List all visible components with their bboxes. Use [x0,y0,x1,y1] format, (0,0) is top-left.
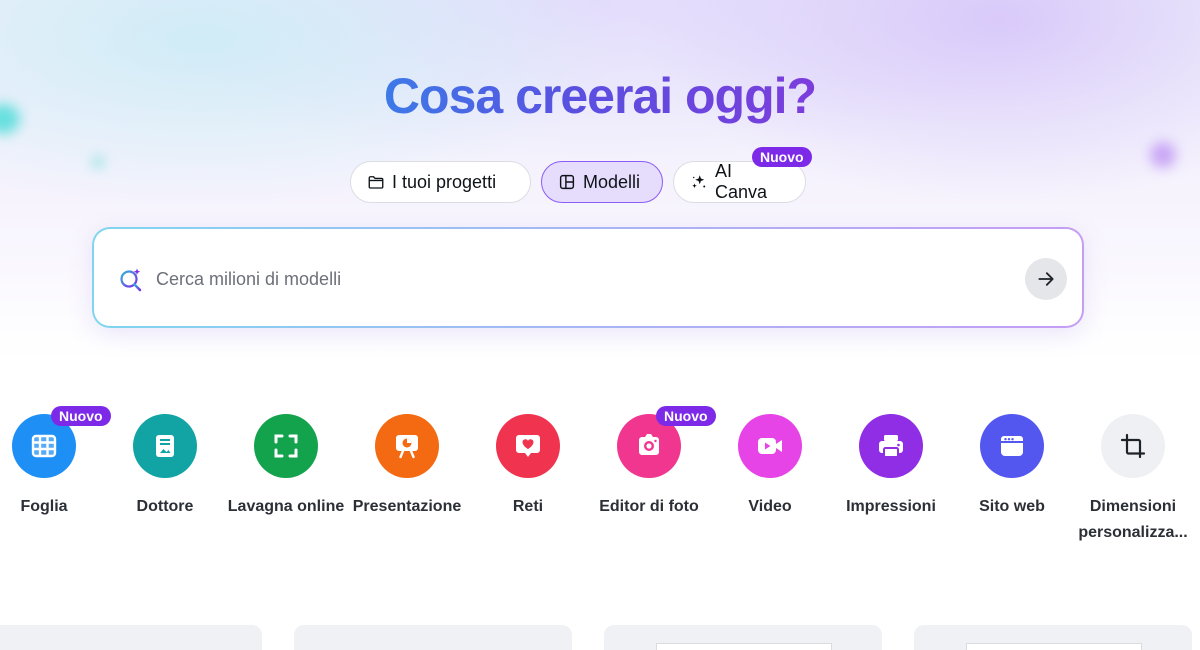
template-card[interactable] [914,625,1192,650]
search-bar [92,227,1084,328]
tab-label: I tuoi progetti [392,171,497,192]
shortcut-dimensioni-personalizzate[interactable]: Dimensioni personalizza... [1073,414,1193,546]
shortcut-label: Video [748,498,792,515]
tab-label: Modelli [583,171,641,192]
sheet-grid-icon [31,434,57,458]
tab-label: AI Canva [714,161,768,202]
decorative-glow [1150,142,1176,168]
template-thumbnail [656,643,832,650]
shortcut-label: Foglia [20,498,68,515]
decorative-glow [92,156,104,168]
template-thumbnail [966,643,1142,650]
shortcut-icon-circle [133,414,197,478]
page-title: Cosa creerai oggi? [383,68,817,124]
video-icon [758,438,782,454]
camera-icon [639,434,659,455]
shortcut-sito-web[interactable]: Sito web [952,414,1072,520]
new-badge: Nuovo [51,406,111,426]
presentation-icon [396,435,418,459]
new-badge: Nuovo [752,147,812,167]
tab-ai-canva[interactable]: AI Canva [673,161,806,203]
new-badge: Nuovo [656,406,716,426]
search-input[interactable] [156,259,996,299]
shortcut-label: Dimensioni personalizza... [1078,498,1188,541]
shortcut-presentazione[interactable]: Presentazione [347,414,467,520]
magic-search-icon [120,268,142,292]
shortcut-label: Lavagna online [227,498,345,515]
shortcut-icon-circle [738,414,802,478]
arrow-right-icon [1038,272,1054,286]
search-submit-button[interactable] [1025,258,1067,300]
search-bar-inner [94,229,1082,326]
shortcut-label: Reti [512,498,544,515]
shortcut-editor-di-foto[interactable]: Editor di foto Nuovo [589,406,716,520]
shortcut-reti[interactable]: Reti [468,414,588,520]
tab-your-projects[interactable]: I tuoi progetti [350,161,531,203]
template-icon [559,174,575,190]
shortcut-impressioni[interactable]: Impressioni [831,414,951,520]
shortcut-icon-circle [859,414,923,478]
shortcut-label: Presentazione [352,498,462,515]
shortcut-icon-circle [496,414,560,478]
doc-icon [156,435,174,457]
crop-icon [1120,433,1146,459]
shortcut-icon-circle [1101,414,1165,478]
shortcut-label: Dottore [136,498,194,515]
shortcut-foglia[interactable]: Foglia Nuovo [0,406,111,520]
shortcut-label: Sito web [979,498,1045,515]
shortcut-icon-circle [254,414,318,478]
shortcut-label: Impressioni [846,498,936,515]
template-card[interactable] [604,625,882,650]
shortcut-lavagna-online[interactable]: Lavagna online [226,414,346,520]
sparkle-icon [692,175,706,188]
template-card[interactable] [0,625,262,650]
shortcut-video[interactable]: Video [710,414,830,520]
whiteboard-icon [274,434,298,458]
shortcut-label: Editor di foto [599,498,699,515]
website-icon [1001,436,1023,456]
tab-templates[interactable]: Modelli [541,161,663,203]
folder-icon [368,176,384,189]
heart-chat-icon [516,435,540,457]
shortcut-icon-circle [980,414,1044,478]
template-card[interactable] [294,625,572,650]
shortcut-dottore[interactable]: Dottore [105,414,225,520]
printer-icon [879,435,903,458]
shortcut-icon-circle [375,414,439,478]
